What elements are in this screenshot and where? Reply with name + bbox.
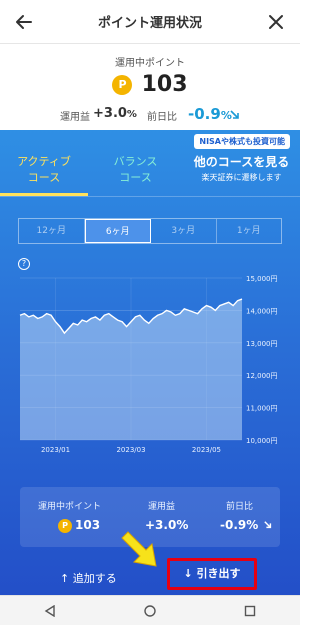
withdraw-button[interactable]: ↓ 引き出す <box>167 558 257 590</box>
y-tick-label: 11,000円 <box>246 405 278 413</box>
period-12m[interactable]: 12ヶ月 <box>19 219 85 243</box>
y-tick-label: 15,000円 <box>246 275 278 283</box>
page-title: ポイント運用状況 <box>97 16 202 31</box>
tab-active-line2: コース <box>27 171 61 184</box>
period-1m[interactable]: 1ヶ月 <box>217 219 282 243</box>
y-tick-label: 14,000円 <box>246 307 278 315</box>
nav-recents-button[interactable] <box>240 601 260 621</box>
x-tick-label: 2023/03 <box>116 446 145 454</box>
card-coin-icon: P <box>58 518 72 533</box>
circle-home-icon <box>144 604 156 617</box>
square-recents-icon <box>244 605 256 616</box>
performance-chart: 15,000円 14,000円 13,000円 12,000円 11,000円 10,00… <box>19 275 278 454</box>
points-value: 103 <box>141 72 188 97</box>
add-points-button[interactable]: ↑ 追加する <box>60 570 117 586</box>
tab-other-line1: 他のコースを見る <box>193 155 290 169</box>
system-nav-bar <box>0 595 300 625</box>
dod-label: 前日比 <box>147 112 177 123</box>
tab-divider <box>0 196 300 197</box>
back-arrow-icon <box>16 15 32 29</box>
triangle-back-icon <box>44 604 55 617</box>
close-button[interactable] <box>262 8 290 36</box>
y-tick-label: 13,000円 <box>246 340 278 348</box>
period-3m[interactable]: 3ヶ月 <box>151 219 217 243</box>
tab-balance-line2: コース <box>119 171 152 184</box>
profit-value: +3.0% <box>93 106 137 121</box>
close-icon <box>269 15 283 29</box>
card-dod-value: -0.9% <box>220 518 272 532</box>
tab-other-line2: 楽天証券に遷移します <box>201 173 282 182</box>
help-icon[interactable]: ? <box>18 258 30 270</box>
card-points-label: 運用中ポイント <box>38 502 102 512</box>
y-tick-label: 12,000円 <box>246 372 278 380</box>
tab-other-courses[interactable]: 他のコースを見る 楽天証券に遷移します <box>183 148 300 196</box>
x-tick-label: 2023/05 <box>192 446 221 454</box>
back-button[interactable] <box>10 8 38 36</box>
card-down-right-arrow-icon <box>264 521 272 529</box>
tab-balance-course[interactable]: バランス コース <box>88 148 183 196</box>
header: ポイント運用状況 <box>0 0 300 44</box>
y-tick-label: 10,000円 <box>246 437 278 445</box>
points-label: 運用中ポイント <box>115 58 185 69</box>
card-dod-label: 前日比 <box>226 502 254 512</box>
nav-home-button[interactable] <box>140 601 160 621</box>
callout-arrow-icon <box>121 531 157 567</box>
point-coin-icon: P <box>112 74 133 95</box>
period-selector: 12ヶ月 6ヶ月 3ヶ月 1ヶ月 <box>18 218 282 244</box>
nav-back-button[interactable] <box>40 601 60 621</box>
period-6m[interactable]: 6ヶ月 <box>84 219 151 243</box>
down-right-arrow-icon <box>230 110 239 119</box>
nisa-badge: NISAや株式も投資可能 <box>194 134 290 149</box>
profit-label: 運用益 <box>60 112 90 123</box>
tab-active-course[interactable]: アクティブ コース <box>0 148 88 196</box>
summary: 運用中ポイント P 103 運用益 +3.0% 前日比 -0.9% <box>0 44 300 130</box>
course-tabs: アクティブ コース バランス コース 他のコースを見る 楽天証券に遷移します <box>0 148 300 196</box>
dod-value: -0.9% <box>188 105 232 123</box>
card-profit-label: 運用益 <box>148 502 176 512</box>
points-display: P 103 <box>0 72 300 97</box>
tab-active-line1: アクティブ <box>17 155 71 168</box>
x-tick-label: 2023/01 <box>41 446 70 454</box>
tab-balance-line1: バランス <box>113 155 158 168</box>
card-points-value: P 103 <box>58 518 100 533</box>
